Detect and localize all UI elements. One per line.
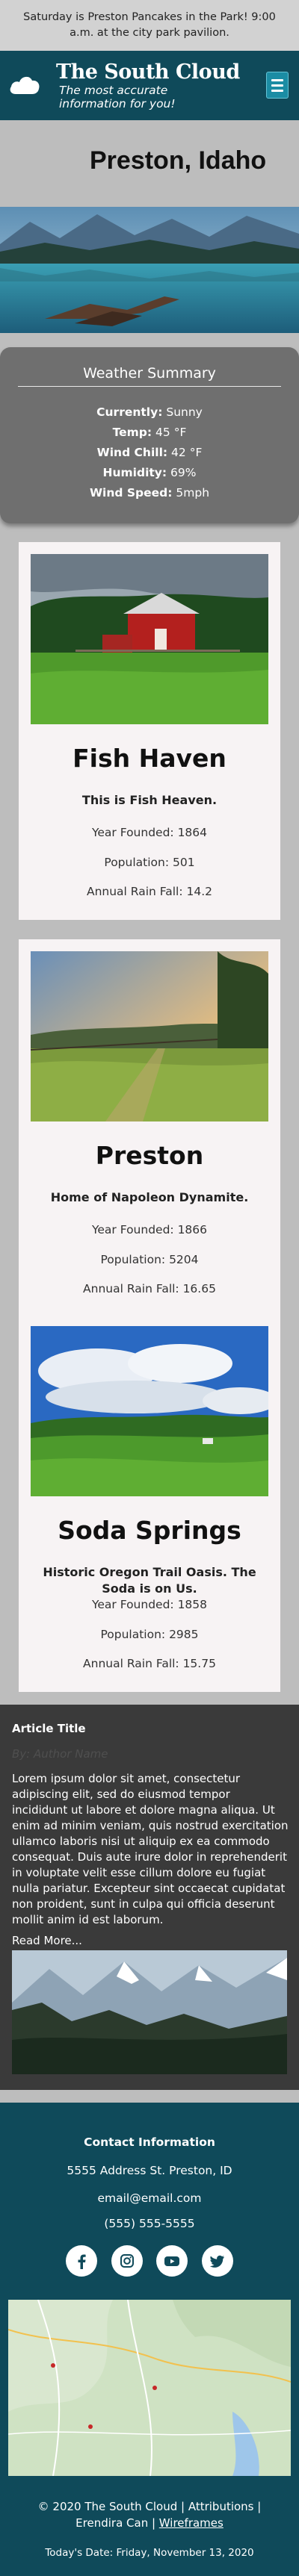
- article-image-graphic: [12, 1950, 287, 2074]
- article-body: Lorem ipsum dolor sit amet, consectetur …: [12, 1772, 289, 1926]
- copyright-line-1: © 2020 The South Cloud | Attributions |: [37, 2500, 262, 2513]
- hero-lake-image: [0, 207, 299, 333]
- read-more-link[interactable]: Read More...: [12, 1934, 82, 1947]
- page-title: Preston, Idaho: [90, 146, 267, 175]
- soda-springs-meadow-image: [31, 1326, 268, 1496]
- soda-springs-image-graphic: [31, 1326, 268, 1496]
- hamburger-menu-icon[interactable]: [266, 72, 289, 99]
- town-motto: Historic Oregon Trail Oasis. The Soda is…: [43, 1565, 256, 1596]
- preston-image-graphic: [31, 951, 268, 1121]
- weather-temp: Temp: 45 °F: [0, 426, 299, 439]
- contact-heading: Contact Information: [84, 2135, 215, 2149]
- fish-haven-image-graphic: [31, 554, 268, 724]
- town-annual-rain-fall: Annual Rain Fall: 16.65: [83, 1282, 216, 1295]
- town-population: Population: 501: [104, 856, 195, 869]
- youtube-icon[interactable]: [156, 2245, 188, 2277]
- facebook-icon[interactable]: [66, 2245, 97, 2277]
- weather-summary-card: Weather Summary Currently: Sunny Temp: 4…: [0, 347, 299, 523]
- weather-currently: Currently: Sunny: [0, 405, 299, 419]
- todays-date: Today's Date: Friday, November 13, 2020: [45, 2547, 254, 2559]
- menu-bar: [271, 89, 283, 92]
- twitter-icon[interactable]: [201, 2245, 233, 2277]
- wind-chill-value: 42 °F: [171, 446, 203, 459]
- temp-value: 45 °F: [155, 426, 187, 439]
- cloud-icon[interactable]: [9, 72, 40, 97]
- social-links: [66, 2245, 233, 2277]
- town-card-preston: Preston Home of Napoleon Dynamite. Year …: [19, 939, 280, 1317]
- site-tagline-line-2: information for you!: [59, 97, 176, 111]
- contact-phone[interactable]: (555) 555-5555: [0, 2217, 299, 2230]
- announcement-banner: Saturday is Preston Pancakes in the Park…: [0, 0, 299, 51]
- wireframes-link[interactable]: Wireframes: [159, 2516, 224, 2530]
- town-motto: This is Fish Heaven.: [81, 793, 218, 807]
- town-year-founded: Year Founded: 1864: [91, 826, 208, 839]
- location-map[interactable]: [8, 2300, 291, 2476]
- announcement-text: Saturday is Preston Pancakes in the Park…: [23, 11, 276, 39]
- temp-label: Temp:: [112, 426, 152, 439]
- town-population: Population: 2985: [100, 1628, 199, 1641]
- contact-email[interactable]: email@email.com: [0, 2191, 299, 2205]
- weather-wind-chill: Wind Chill: 42 °F: [0, 446, 299, 459]
- site-tagline-line-1: The most accurate: [59, 84, 168, 97]
- town-motto: Home of Napoleon Dynamite.: [50, 1190, 249, 1204]
- wind-speed-label: Wind Speed:: [89, 486, 173, 500]
- town-population: Population: 5204: [100, 1253, 199, 1266]
- town-name: Preston: [95, 1141, 204, 1170]
- fish-haven-barn-image: [31, 554, 268, 724]
- town-name: Soda Springs: [58, 1516, 241, 1545]
- article-title: Article Title: [12, 1722, 86, 1735]
- town-card-fish-haven: Fish Haven This is Fish Heaven. Year Fou…: [19, 542, 280, 920]
- section-gap: [0, 2090, 299, 2103]
- wind-speed-value: 5mph: [176, 486, 210, 500]
- weather-summary-title: Weather Summary: [83, 365, 216, 382]
- site-title[interactable]: The South Cloud: [56, 61, 250, 84]
- town-annual-rain-fall: Annual Rain Fall: 14.2: [86, 885, 213, 898]
- map-graphic: [8, 2300, 291, 2476]
- wind-chill-label: Wind Chill:: [96, 446, 168, 459]
- weather-humidity: Humidity: 69%: [0, 466, 299, 479]
- town-name: Fish Haven: [73, 744, 226, 773]
- currently-value: Sunny: [166, 405, 203, 419]
- site-header: The South Cloud The most accurate inform…: [0, 51, 299, 120]
- town-year-founded: Year Founded: 1866: [91, 1223, 208, 1236]
- contact-address: 5555 Address St. Preston, ID: [67, 2164, 232, 2177]
- humidity-label: Humidity:: [102, 466, 167, 479]
- humidity-value: 69%: [170, 466, 197, 479]
- currently-label: Currently:: [96, 405, 163, 419]
- town-year-founded: Year Founded: 1858: [91, 1598, 208, 1611]
- instagram-icon[interactable]: [111, 2245, 143, 2277]
- town-annual-rain-fall: Annual Rain Fall: 15.75: [83, 1657, 216, 1670]
- weather-divider: [18, 386, 281, 387]
- hero-image-graphic: [0, 207, 299, 333]
- copyright-line-2: Erendira Can |: [75, 2516, 159, 2530]
- article-mountain-image: [12, 1950, 287, 2074]
- article-author: By: Author Name: [12, 1747, 108, 1761]
- copyright-notice: © 2020 The South Cloud | Attributions | …: [15, 2498, 284, 2531]
- menu-bar: [271, 78, 283, 81]
- header-text: The South Cloud The most accurate inform…: [56, 61, 250, 111]
- weather-wind-speed: Wind Speed: 5mph: [0, 486, 299, 500]
- preston-field-image: [31, 951, 268, 1121]
- town-card-soda-springs: Soda Springs Historic Oregon Trail Oasis…: [19, 1314, 280, 1692]
- menu-bar: [271, 84, 283, 87]
